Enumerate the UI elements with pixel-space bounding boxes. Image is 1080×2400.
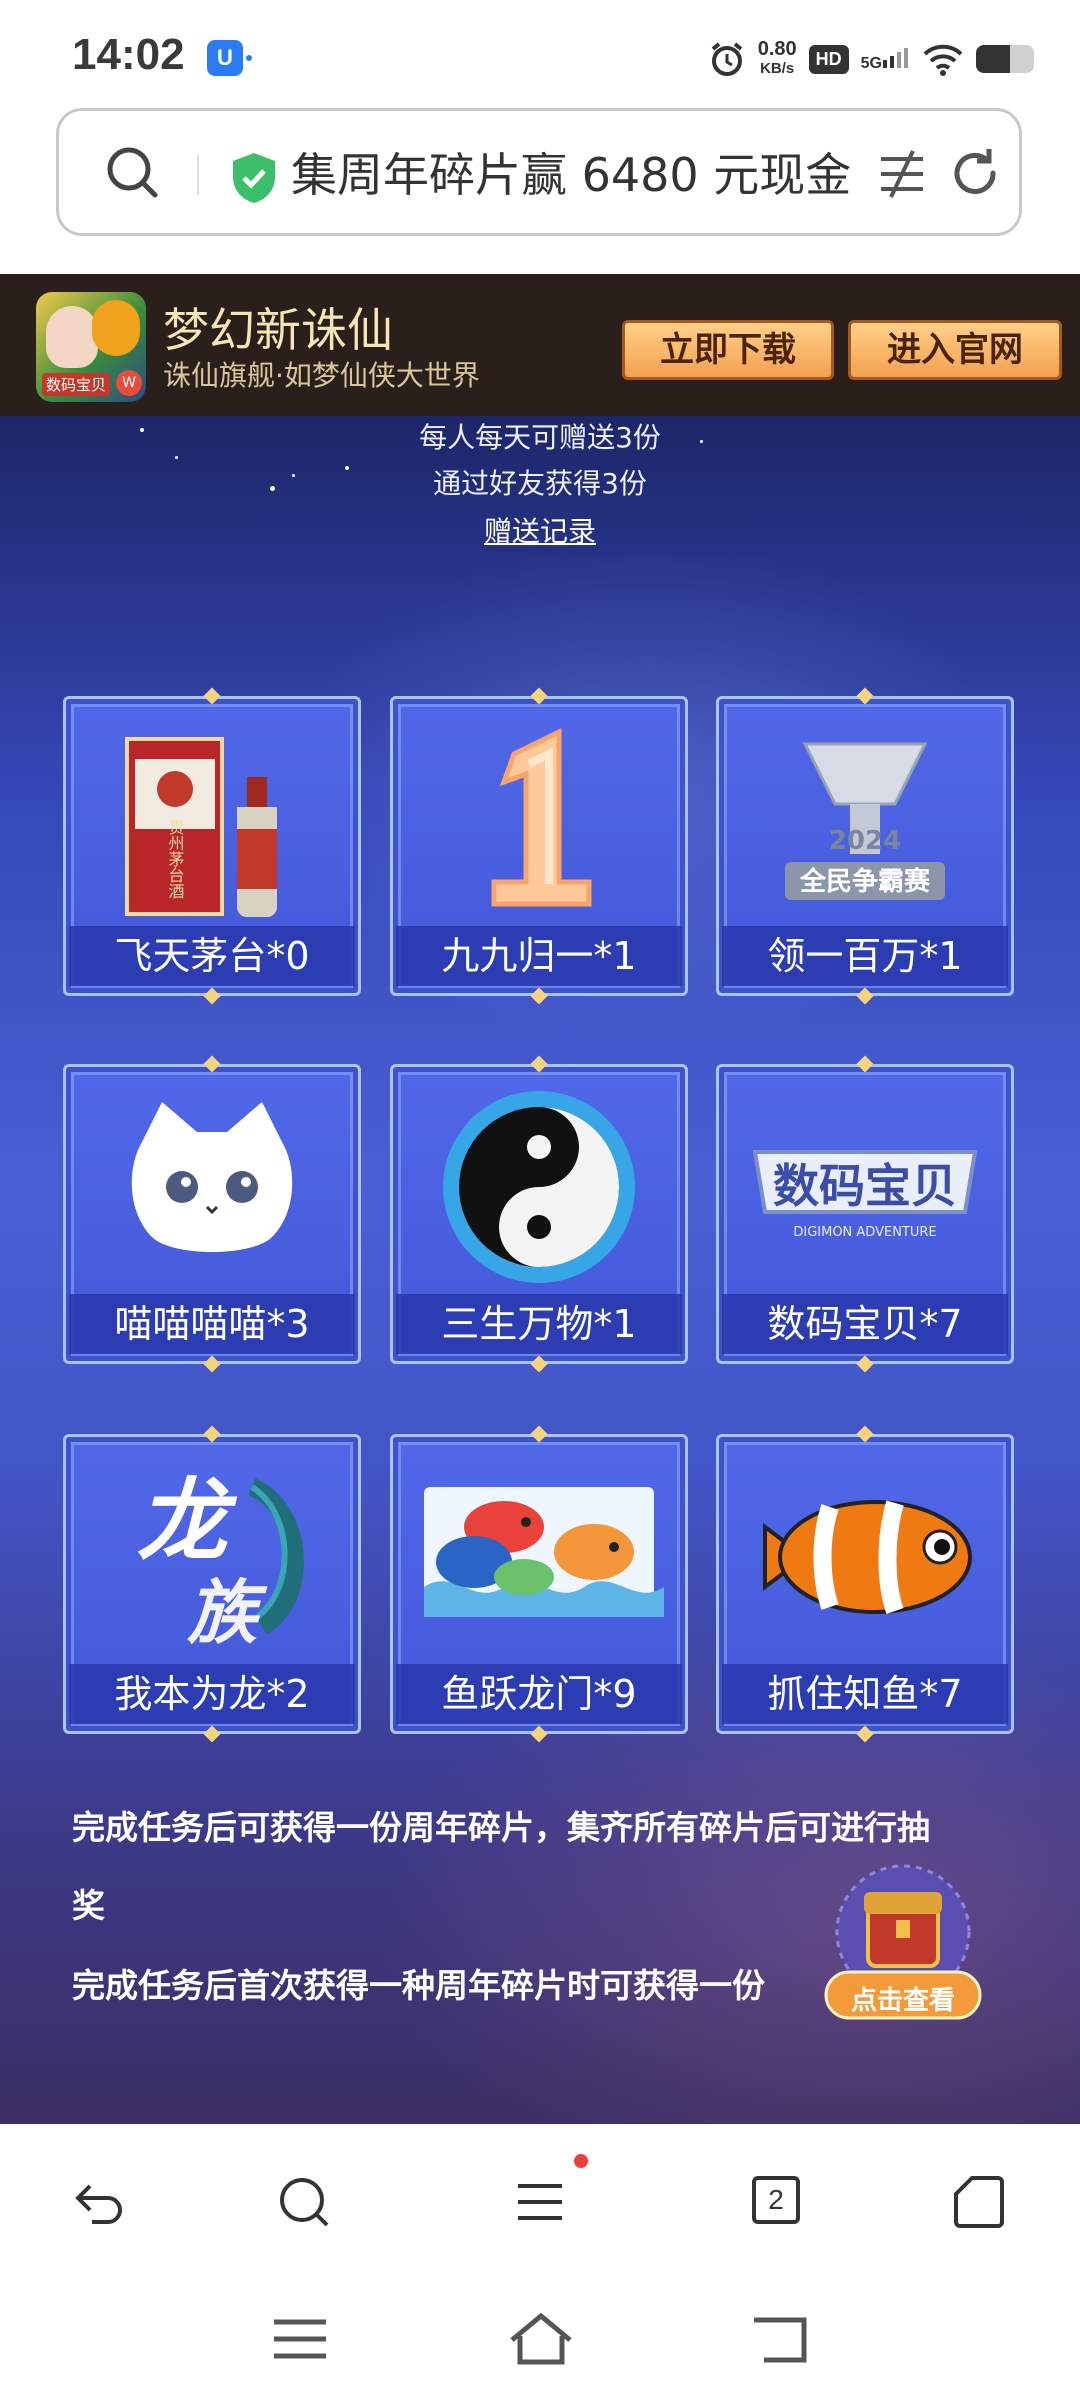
fragment-label: 领一百万*1 (722, 926, 1008, 986)
fragment-card[interactable]: 喵喵喵喵*3 (63, 1055, 361, 1373)
number-one-icon (410, 714, 668, 924)
clownfish-icon (736, 1452, 994, 1662)
fragment-label: 喵喵喵喵*3 (69, 1294, 355, 1354)
fragment-label: 鱼跃龙门*9 (396, 1664, 682, 1724)
address-bar[interactable]: 集周年碎片赢 6480 元现金 (56, 108, 1022, 236)
download-button[interactable]: 立即下载 (622, 320, 834, 380)
reload-icon[interactable] (947, 145, 1003, 201)
signal-5g-icon: 5G (861, 46, 910, 73)
svg-text:DIGIMON ADVENTURE: DIGIMON ADVENTURE (793, 1225, 936, 1240)
game-logo-icon: 数码宝贝 W (36, 292, 146, 402)
trophy-2024-icon: 2024 全民争霸赛 (736, 714, 994, 924)
rule-text-1: 完成任务后可获得一份周年碎片，集齐所有碎片后可进行抽 (72, 1808, 930, 1847)
fragment-card[interactable]: 数码宝贝 DIGIMON ADVENTURE 数码宝贝*7 (716, 1055, 1014, 1373)
gift-limit-text: 每人每天可赠送3份 (419, 421, 661, 454)
app-name: 梦幻新诛仙 (163, 303, 393, 357)
svg-text:贵州茅台酒: 贵州茅台酒 (166, 819, 185, 899)
fragment-card[interactable]: 龙 族 我本为龙*2 (63, 1425, 361, 1743)
status-bar: 14:02 U 0.80 KB/s HD 5G (0, 0, 1080, 110)
cat-icon (83, 1082, 341, 1292)
svg-text:族: 族 (187, 1572, 268, 1654)
system-back-icon[interactable] (750, 2312, 810, 2364)
fragment-label: 抓住知鱼*7 (722, 1664, 1008, 1724)
tabs-button[interactable]: 2 (752, 2176, 800, 2224)
app-download-banner: 数码宝贝 W 梦幻新诛仙 诛仙旗舰·如梦仙侠大世界 立即下载 进入官网 (0, 274, 1080, 416)
status-time: 14:02 (72, 30, 185, 79)
fragment-card[interactable]: 抓住知鱼*7 (716, 1425, 1014, 1743)
back-icon[interactable] (70, 2172, 130, 2232)
reader-mode-icon[interactable] (875, 147, 929, 201)
dragon-clan-icon: 龙 族 (83, 1452, 341, 1662)
gift-record-link[interactable]: 赠送记录 (0, 510, 1080, 550)
menu-icon[interactable] (510, 2172, 570, 2232)
home-icon[interactable] (948, 2172, 1008, 2232)
net-speed: 0.80 KB/s (757, 38, 797, 77)
battery-icon (976, 45, 1034, 73)
notification-dot (246, 55, 252, 61)
fragment-label: 我本为龙*2 (69, 1664, 355, 1724)
fragment-card[interactable]: 三生万物*1 (390, 1055, 688, 1373)
fragment-card[interactable]: 2024 全民争霸赛 领一百万*1 (716, 687, 1014, 1005)
app-notification-icon: U (207, 40, 243, 76)
svg-text:全民争霸赛: 全民争霸赛 (799, 866, 931, 897)
app-subtitle: 诛仙旗舰·如梦仙侠大世界 (163, 359, 480, 392)
fragment-label: 三生万物*1 (396, 1294, 682, 1354)
fragment-label: 数码宝贝*7 (722, 1294, 1008, 1354)
search-icon[interactable] (105, 145, 161, 201)
fragment-card[interactable]: 鱼跃龙门*9 (390, 1425, 688, 1743)
hd-icon: HD (808, 44, 849, 74)
system-home-icon[interactable] (506, 2310, 576, 2366)
svg-text:数码宝贝: 数码宝贝 (773, 1159, 957, 1213)
wifi-icon (923, 44, 963, 76)
divider (197, 155, 199, 195)
view-prize-float-button[interactable]: 点击查看 (818, 1862, 988, 2032)
fragment-card[interactable]: 贵州茅台酒 飞天茅台*0 (63, 687, 361, 1005)
friend-gift-text: 通过好友获得3份 (433, 467, 647, 500)
moutai-icon: 贵州茅台酒 (83, 714, 341, 924)
fragment-card[interactable]: 九九归一*1 (390, 687, 688, 1005)
page-title[interactable]: 集周年碎片赢 6480 元现金 (291, 139, 851, 205)
svg-text:龙: 龙 (137, 1469, 238, 1574)
fish-group-icon (410, 1452, 668, 1662)
tab-count: 2 (768, 2184, 784, 2215)
fragment-label: 飞天茅台*0 (69, 926, 355, 986)
digimon-logo-icon: 数码宝贝 DIGIMON ADVENTURE (736, 1082, 994, 1292)
svg-text:2024: 2024 (829, 826, 901, 856)
search-icon[interactable] (274, 2172, 334, 2232)
menu-badge-dot (574, 2154, 588, 2168)
official-site-button[interactable]: 进入官网 (848, 320, 1062, 380)
browser-toolbar: 2 (0, 2124, 1080, 2274)
status-icons: 0.80 KB/s HD 5G (708, 36, 1034, 82)
fragment-label: 九九归一*1 (396, 926, 682, 986)
alarm-icon (711, 42, 742, 76)
security-shield-icon (233, 153, 275, 203)
system-navigation (0, 2274, 1080, 2400)
recent-apps-icon[interactable] (270, 2314, 330, 2364)
yin-yang-icon (410, 1082, 668, 1292)
view-prize-label: 点击查看 (850, 1986, 955, 2016)
